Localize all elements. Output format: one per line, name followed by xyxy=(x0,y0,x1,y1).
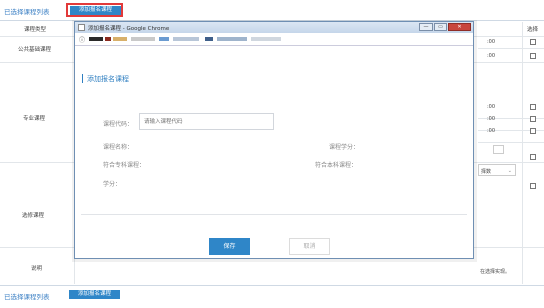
save-button[interactable]: 保存 xyxy=(209,238,250,255)
course-name-label: 课程名称： xyxy=(103,144,134,151)
title-accent-bar xyxy=(82,74,83,83)
cancel-button[interactable]: 取消 xyxy=(289,238,330,255)
close-button[interactable]: ✕ xyxy=(448,23,471,31)
url-segment xyxy=(131,37,155,41)
page-icon xyxy=(78,24,85,31)
window-title: 添加报名课程 - Google Chrome xyxy=(88,26,170,32)
section-title: 已选择课程列表 xyxy=(4,293,50,301)
url-segment xyxy=(105,37,111,41)
add-course-button[interactable]: 添加报名课程 xyxy=(69,290,120,299)
credit-label: 课程学分： xyxy=(329,144,360,151)
course-code-input[interactable] xyxy=(139,113,274,130)
maximize-button[interactable]: ▭ xyxy=(434,23,447,31)
divider xyxy=(81,214,467,215)
time-cell: :00 xyxy=(487,104,496,110)
time-cell: :00 xyxy=(487,128,496,134)
url-segment xyxy=(251,37,281,41)
url-segment xyxy=(89,37,103,41)
selected-courses-footer: 已选择课程列表 添加报名课程 xyxy=(0,285,544,308)
select-checkbox[interactable] xyxy=(530,128,536,134)
highlight-box xyxy=(66,3,123,17)
select-checkbox[interactable] xyxy=(530,154,536,160)
time-cell: :00 xyxy=(487,116,496,122)
count-dropdown[interactable]: 择数 ⌄ xyxy=(478,164,516,176)
small-dropdown[interactable] xyxy=(493,145,504,154)
time-cell: :00 xyxy=(487,53,496,59)
dropdown-value: 择数 xyxy=(481,169,492,175)
minimize-button[interactable]: — xyxy=(419,23,433,31)
column-course-type: 课程类型 xyxy=(24,27,47,33)
category-major: 专业课程 xyxy=(23,116,46,122)
address-bar[interactable]: ⓘ xyxy=(75,33,473,46)
url-segment xyxy=(159,37,169,41)
url-segment xyxy=(217,37,247,41)
course-code-label: 课程代码： xyxy=(103,121,134,128)
select-checkbox[interactable] xyxy=(530,39,536,45)
chevron-down-icon: ⌄ xyxy=(507,168,512,174)
url-segment xyxy=(173,37,199,41)
selected-courses-header: 已选择课程列表 添加报名课程 xyxy=(0,0,544,21)
select-checkbox[interactable] xyxy=(530,53,536,59)
score-label: 学分： xyxy=(103,181,122,188)
category-elective: 选修课程 xyxy=(22,213,45,219)
url-segment xyxy=(113,37,127,41)
url-segment xyxy=(205,37,213,41)
time-cell: :00 xyxy=(487,39,496,45)
column-select: 选择 xyxy=(527,27,539,33)
note-text: 在选择实现。 xyxy=(480,269,511,275)
select-checkbox[interactable] xyxy=(530,116,536,122)
window-titlebar[interactable]: 添加报名课程 - Google Chrome — ▭ ✕ xyxy=(75,22,473,33)
undergrad-course-label: 符合本科课程： xyxy=(315,162,358,169)
major-course-label: 符合专科课程： xyxy=(103,162,146,169)
popup-window: 添加报名课程 - Google Chrome — ▭ ✕ ⓘ 添加报名课程 课程… xyxy=(74,21,474,259)
select-checkbox[interactable] xyxy=(530,183,536,189)
category-public: 公共基础课程 xyxy=(18,47,52,53)
select-checkbox[interactable] xyxy=(530,104,536,110)
info-icon: ⓘ xyxy=(79,37,86,44)
section-title: 已选择课程列表 xyxy=(4,8,50,16)
category-notes: 说明 xyxy=(31,266,43,272)
